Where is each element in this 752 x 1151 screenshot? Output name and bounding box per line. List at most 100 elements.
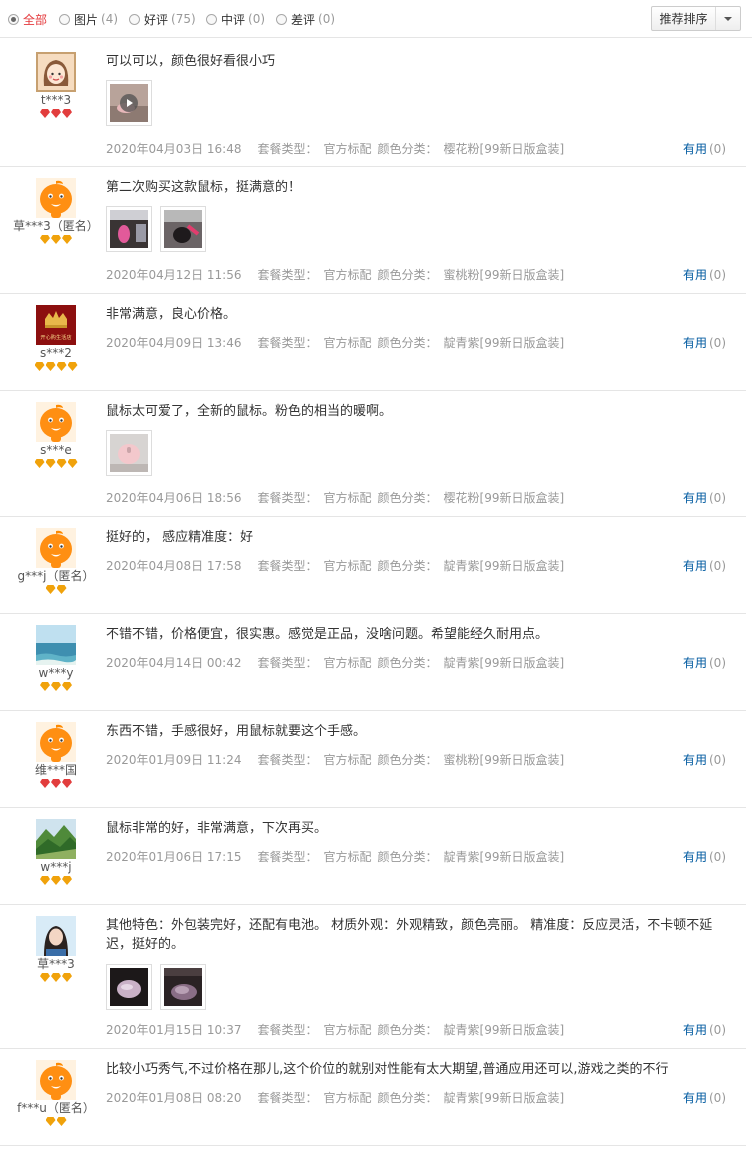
useful-label[interactable]: 有用 bbox=[683, 268, 707, 282]
gold-diamond-icon bbox=[62, 973, 72, 982]
review-text: 挺好的， 感应精准度：好 bbox=[106, 530, 254, 545]
avatar[interactable] bbox=[36, 916, 76, 956]
review-item: g***j（匿名） 挺好的， 感应精准度：好 2020年04月08日 17:58 套餐… bbox=[0, 518, 746, 614]
package-value: 官方标配 bbox=[323, 336, 372, 350]
review-item: 维***国 东西不错，手感很好，用鼠标就要这个手感。 2020年01月09日 11:… bbox=[0, 712, 746, 808]
radio-icon[interactable] bbox=[8, 13, 19, 25]
useful-label[interactable]: 有用 bbox=[683, 1023, 707, 1037]
useful-label[interactable]: 有用 bbox=[683, 1091, 707, 1105]
color-value: 靛青紫[99新日版盒装] bbox=[443, 1023, 565, 1037]
useful-button[interactable]: 有用 (0) bbox=[683, 1023, 726, 1037]
filter-neutral[interactable]: 中评 (0) bbox=[206, 10, 265, 28]
review-item: w***j 鼠标非常的好，非常满意，下次再买。 2020年01月06日 17:15 套… bbox=[0, 809, 746, 905]
username: w***y bbox=[38, 666, 74, 680]
useful-button[interactable]: 有用 (0) bbox=[683, 559, 726, 573]
review-picture[interactable] bbox=[106, 80, 152, 126]
useful-label[interactable]: 有用 bbox=[683, 559, 707, 573]
reviewer: g***j（匿名） bbox=[0, 528, 112, 597]
review-item: f***u（匿名） 比较小巧秀气,不过价格在那儿,这个价位的就别对性能有太大期望,… bbox=[0, 1050, 746, 1146]
color-value: 靛青紫[99新日版盒装] bbox=[443, 336, 565, 350]
useful-label[interactable]: 有用 bbox=[683, 491, 707, 505]
avatar[interactable] bbox=[36, 402, 76, 442]
member-rank bbox=[0, 779, 112, 791]
package-value: 官方标配 bbox=[323, 142, 372, 156]
avatar[interactable]: 开心购生活店 bbox=[36, 305, 76, 345]
useful-button[interactable]: 有用 (0) bbox=[683, 656, 726, 670]
package-value: 官方标配 bbox=[323, 1091, 372, 1105]
gold-diamond-icon bbox=[45, 585, 56, 594]
review-content: 东西不错，手感很好，用鼠标就要这个手感。 bbox=[106, 722, 726, 741]
color-value: 靛青紫[99新日版盒装] bbox=[443, 850, 565, 864]
gold-diamond-icon bbox=[51, 682, 61, 691]
color-label: 颜色分类： bbox=[377, 656, 438, 670]
filter-label: 差评 bbox=[291, 12, 316, 27]
review-text: 鼠标太可爱了，全新的鼠标。粉色的相当的暖啊。 bbox=[106, 404, 393, 419]
avatar[interactable] bbox=[36, 528, 76, 568]
review-meta: 2020年01月15日 10:37 套餐类型： 官方标配 颜色分类： 靛青紫[99新日版… bbox=[106, 1023, 580, 1037]
package-label: 套餐类型： bbox=[257, 142, 318, 156]
review-picture[interactable] bbox=[106, 206, 152, 252]
avatar[interactable] bbox=[36, 52, 76, 92]
sort-arrow[interactable] bbox=[716, 7, 740, 30]
username: t***3 bbox=[40, 93, 72, 107]
package-value: 官方标配 bbox=[323, 753, 372, 767]
avatar[interactable] bbox=[36, 625, 76, 665]
useful-label[interactable]: 有用 bbox=[683, 850, 707, 864]
review-content: 非常满意，良心价格。 bbox=[106, 305, 726, 324]
filter-bad[interactable]: 差评 (0) bbox=[276, 10, 335, 28]
package-label: 套餐类型： bbox=[257, 268, 318, 282]
avatar[interactable] bbox=[36, 1060, 76, 1100]
sort-dropdown[interactable]: 推荐排序 bbox=[651, 6, 741, 31]
review-picture[interactable] bbox=[160, 964, 206, 1010]
review-picture[interactable] bbox=[106, 430, 152, 476]
review-date: 2020年04月08日 17:58 bbox=[106, 559, 242, 573]
filter-all[interactable]: 全部 bbox=[8, 10, 50, 28]
avatar[interactable] bbox=[36, 722, 76, 762]
avatar[interactable] bbox=[36, 819, 76, 859]
useful-label[interactable]: 有用 bbox=[683, 753, 707, 767]
review-item: 开心购生活店 s***2 非常满意，良心价格。 2020年04月09日 13:46 套餐… bbox=[0, 295, 746, 391]
username: 草***3 bbox=[37, 957, 75, 971]
review-picture[interactable] bbox=[106, 964, 152, 1010]
useful-label[interactable]: 有用 bbox=[683, 336, 707, 350]
gold-diamond-icon bbox=[62, 682, 72, 691]
gold-diamond-icon bbox=[56, 585, 67, 594]
color-label: 颜色分类： bbox=[377, 1023, 438, 1037]
sort-label[interactable]: 推荐排序 bbox=[652, 7, 716, 30]
color-label: 颜色分类： bbox=[377, 753, 438, 767]
filter-good[interactable]: 好评 (75) bbox=[129, 10, 196, 28]
avatar[interactable] bbox=[36, 178, 76, 218]
useful-button[interactable]: 有用 (0) bbox=[683, 142, 726, 156]
review-pictures bbox=[106, 430, 152, 476]
useful-button[interactable]: 有用 (0) bbox=[683, 336, 726, 350]
member-rank bbox=[0, 973, 112, 985]
useful-button[interactable]: 有用 (0) bbox=[683, 268, 726, 282]
useful-label[interactable]: 有用 bbox=[683, 142, 707, 156]
radio-icon[interactable] bbox=[206, 13, 217, 25]
review-text: 比较小巧秀气,不过价格在那儿,这个价位的就别对性能有太大期望,普通应用还可以,游… bbox=[106, 1062, 669, 1077]
review-meta: 2020年04月09日 13:46 套餐类型： 官方标配 颜色分类： 靛青紫[99新日版… bbox=[106, 336, 580, 350]
filter-pictures[interactable]: 图片 (4) bbox=[59, 10, 118, 28]
useful-button[interactable]: 有用 (0) bbox=[683, 1091, 726, 1105]
filter-count: (0) bbox=[318, 12, 336, 26]
username: 维***国 bbox=[34, 763, 77, 777]
package-value: 官方标配 bbox=[323, 1023, 372, 1037]
member-rank bbox=[0, 362, 112, 374]
useful-button[interactable]: 有用 (0) bbox=[683, 491, 726, 505]
package-label: 套餐类型： bbox=[257, 753, 318, 767]
package-label: 套餐类型： bbox=[257, 1091, 318, 1105]
radio-icon[interactable] bbox=[129, 13, 140, 25]
useful-count: (0) bbox=[709, 268, 726, 282]
reviewer: 草***3（匿名） bbox=[0, 178, 112, 247]
username: 草***3（匿名） bbox=[13, 219, 99, 233]
review-text: 其他特色：外包装完好，还配有电池。 材质外观：外观精致，颜色亮丽。 精准度：反应… bbox=[106, 918, 713, 952]
review-content: 鼠标非常的好，非常满意，下次再买。 bbox=[106, 819, 726, 838]
useful-label[interactable]: 有用 bbox=[683, 656, 707, 670]
radio-icon[interactable] bbox=[59, 13, 70, 25]
useful-button[interactable]: 有用 (0) bbox=[683, 753, 726, 767]
useful-button[interactable]: 有用 (0) bbox=[683, 850, 726, 864]
gold-diamond-icon bbox=[67, 459, 78, 468]
review-picture[interactable] bbox=[160, 206, 206, 252]
review-pictures bbox=[106, 80, 152, 126]
radio-icon[interactable] bbox=[276, 13, 287, 25]
